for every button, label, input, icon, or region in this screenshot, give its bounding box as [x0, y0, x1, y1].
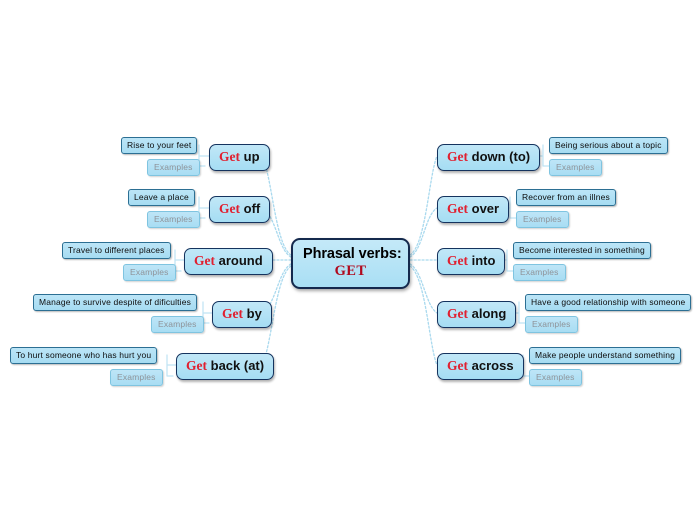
description-node-get-off[interactable]: Leave a place [128, 189, 195, 207]
verb-node-get-along[interactable]: Get along [437, 301, 517, 328]
verb-node-get-by[interactable]: Get by [212, 301, 272, 328]
verb-suffix: by [246, 306, 262, 321]
examples-node-get-into[interactable]: Examples [513, 264, 566, 282]
root-title-line2: GET [334, 263, 367, 280]
verb-node-get-down-to[interactable]: Get down (to) [437, 144, 541, 171]
description-node-get-over[interactable]: Recover from an illnes [516, 189, 616, 207]
verb-prefix: Get [447, 201, 468, 216]
verb-node-get-up[interactable]: Get up [209, 144, 270, 171]
verb-prefix: Get [222, 306, 243, 321]
examples-node-get-down-to[interactable]: Examples [549, 159, 602, 177]
verb-node-get-around[interactable]: Get around [184, 248, 273, 275]
root-node[interactable]: Phrasal verbs: GET [291, 238, 410, 290]
verb-suffix: up [243, 149, 260, 164]
bracket-get-around [174, 249, 185, 272]
examples-node-get-along[interactable]: Examples [525, 316, 578, 334]
verb-prefix: Get [447, 253, 468, 268]
bracket-get-back-at [166, 354, 177, 377]
verb-prefix: Get [219, 149, 240, 164]
verb-prefix: Get [194, 253, 215, 268]
verb-prefix: Get [186, 358, 207, 373]
bracket-get-up [198, 144, 210, 167]
description-node-get-by[interactable]: Manage to survive despite of dificulties [33, 294, 197, 312]
examples-node-get-back-at[interactable]: Examples [110, 369, 163, 387]
description-node-get-along[interactable]: Have a good relationship with someone [525, 294, 692, 312]
examples-node-get-around[interactable]: Examples [123, 264, 176, 282]
description-node-get-down-to[interactable]: Being serious about a topic [549, 137, 668, 155]
link-root-get-down-to [409, 155, 438, 256]
description-node-get-around[interactable]: Travel to different places [62, 242, 171, 260]
examples-node-get-off[interactable]: Examples [147, 211, 200, 229]
verb-suffix: around [218, 253, 263, 268]
link-root-get-over [409, 207, 438, 258]
bracket-get-off [198, 196, 210, 219]
verb-prefix: Get [447, 149, 468, 164]
examples-node-get-over[interactable]: Examples [516, 211, 569, 229]
verb-prefix: Get [447, 306, 468, 321]
verb-prefix: Get [219, 201, 240, 216]
verb-node-get-off[interactable]: Get off [209, 196, 271, 223]
verb-suffix: off [243, 201, 261, 216]
link-root-get-along [409, 263, 438, 314]
verb-prefix: Get [447, 358, 468, 373]
examples-node-get-across[interactable]: Examples [529, 369, 582, 387]
description-node-get-up[interactable]: Rise to your feet [121, 137, 198, 155]
verb-suffix: over [471, 201, 500, 216]
root-title-line1: Phrasal verbs: [303, 246, 402, 262]
mindmap-canvas: Phrasal verbs: GET Get up Rise to your f… [0, 0, 697, 520]
verb-suffix: down (to) [471, 149, 531, 164]
verb-suffix: across [471, 358, 514, 373]
verb-node-get-into[interactable]: Get into [437, 248, 506, 275]
examples-node-get-by[interactable]: Examples [151, 316, 204, 334]
verb-node-get-back-at[interactable]: Get back (at) [176, 353, 275, 380]
bracket-get-by [202, 301, 213, 324]
description-node-get-across[interactable]: Make people understand something [529, 347, 681, 365]
link-root-get-across [409, 265, 438, 366]
verb-suffix: back (at) [210, 358, 265, 373]
verb-suffix: into [471, 253, 496, 268]
description-node-get-into[interactable]: Become interested in something [513, 242, 651, 260]
verb-node-get-over[interactable]: Get over [437, 196, 510, 223]
examples-node-get-up[interactable]: Examples [147, 159, 200, 177]
verb-node-get-across[interactable]: Get across [437, 353, 524, 380]
description-node-get-back-at[interactable]: To hurt someone who has hurt you [10, 347, 158, 365]
verb-suffix: along [471, 306, 507, 321]
